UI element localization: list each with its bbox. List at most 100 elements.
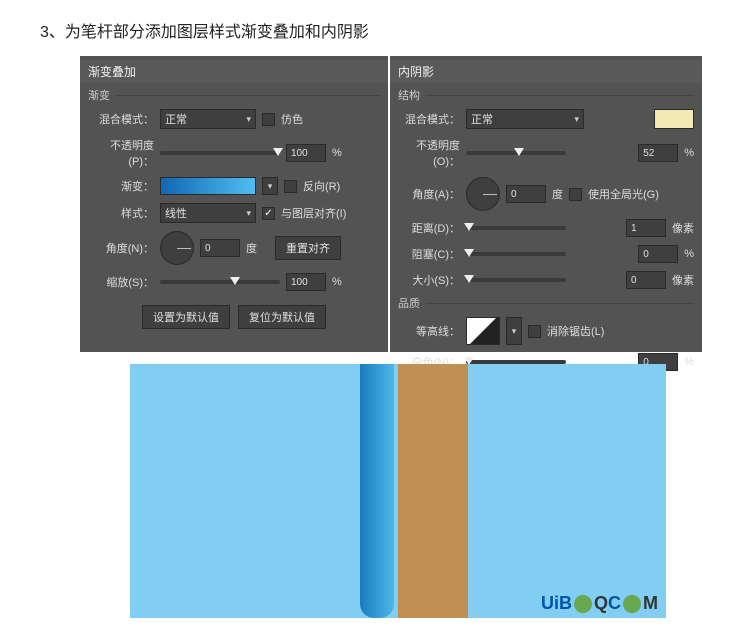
- blend-mode-select[interactable]: 正常 ▾: [160, 109, 256, 129]
- choke-unit: %: [684, 248, 694, 260]
- scale-row: 缩放(S)： 100 %: [80, 269, 388, 295]
- reset-align-button[interactable]: 重置对齐: [275, 236, 341, 260]
- chevron-down-icon: ▾: [512, 326, 517, 337]
- align-label: 与图层对齐(I): [281, 205, 346, 221]
- angle-unit: 度: [246, 240, 257, 256]
- is-blend-mode-row: 混合模式： 正常 ▾: [390, 105, 702, 133]
- opacity-label: 不透明度(P)：: [88, 137, 154, 169]
- watermark-text: C: [608, 593, 621, 614]
- scale-input[interactable]: 100: [286, 273, 326, 291]
- opacity-unit: %: [332, 147, 342, 159]
- is-opacity-row: 不透明度(O)： 52 %: [390, 133, 702, 173]
- angle-row: 角度(N)： 0 度 重置对齐: [80, 227, 388, 269]
- group-gradient: 渐变: [80, 85, 388, 105]
- blend-mode-label: 混合模式：: [88, 111, 154, 127]
- scale-slider[interactable]: [160, 280, 280, 284]
- contour-dropdown[interactable]: ▾: [506, 317, 522, 345]
- contour-row: 等高线： ▾ 消除锯齿(L): [390, 313, 702, 349]
- distance-unit: 像素: [672, 220, 694, 236]
- group-quality: 品质: [390, 293, 702, 313]
- choke-slider[interactable]: [466, 252, 566, 256]
- panel-title-left: 渐变叠加: [80, 60, 388, 83]
- gradient-row: 渐变： ▾ 反向(R): [80, 173, 388, 199]
- scale-label: 缩放(S)：: [88, 274, 154, 290]
- opacity-row: 不透明度(P)： 100 %: [80, 133, 388, 173]
- dialog-panels: 渐变叠加 渐变 混合模式： 正常 ▾ 仿色 不透明度(P)： 100 % 渐变：…: [80, 56, 710, 352]
- slider-thumb-icon: [464, 275, 474, 283]
- choke-input[interactable]: 0: [638, 245, 678, 263]
- pen-shaft-solid: [398, 364, 468, 618]
- globe-icon: [623, 595, 641, 613]
- watermark-text: M: [643, 593, 658, 614]
- antialias-label: 消除锯齿(L): [547, 323, 604, 339]
- is-angle-unit: 度: [552, 186, 563, 202]
- global-light-checkbox[interactable]: [569, 188, 582, 201]
- angle-input[interactable]: 0: [200, 239, 240, 257]
- style-value: 线性: [165, 205, 187, 221]
- blend-mode-value: 正常: [165, 111, 187, 127]
- watermark-text: UiB: [541, 593, 572, 614]
- size-label: 大小(S)：: [398, 272, 460, 288]
- default-buttons-row: 设置为默认值 复位为默认值: [80, 301, 388, 333]
- preview-canvas: UiB Q C M: [130, 364, 666, 618]
- shadow-color-swatch[interactable]: [654, 109, 694, 129]
- noise-unit: %: [684, 356, 694, 368]
- watermark: UiB Q C M: [541, 593, 658, 614]
- choke-label: 阻塞(C)：: [398, 246, 460, 262]
- distance-input[interactable]: 1: [626, 219, 666, 237]
- size-input[interactable]: 0: [626, 271, 666, 289]
- slider-thumb-icon: [464, 223, 474, 231]
- group-structure: 结构: [390, 85, 702, 105]
- chevron-down-icon: ▾: [246, 208, 251, 219]
- is-opacity-unit: %: [684, 147, 694, 159]
- gradient-overlay-panel: 渐变叠加 渐变 混合模式： 正常 ▾ 仿色 不透明度(P)： 100 % 渐变：…: [80, 56, 388, 352]
- is-blend-mode-label: 混合模式：: [398, 111, 460, 127]
- reverse-label: 反向(R): [303, 178, 340, 194]
- gradient-label: 渐变：: [88, 178, 154, 194]
- panel-title-right: 内阴影: [390, 60, 702, 83]
- step-title: 3、为笔杆部分添加图层样式渐变叠加和内阴影: [40, 18, 710, 42]
- style-row: 样式： 线性 ▾ 与图层对齐(I): [80, 199, 388, 227]
- is-angle-row: 角度(A)： 0 度 使用全局光(G): [390, 173, 702, 215]
- antialias-checkbox[interactable]: [528, 325, 541, 338]
- slider-thumb-icon: [464, 249, 474, 257]
- slider-thumb-icon: [273, 148, 283, 156]
- contour-label: 等高线：: [398, 323, 460, 339]
- is-opacity-slider[interactable]: [466, 151, 566, 155]
- gradient-swatch[interactable]: [160, 177, 256, 195]
- reset-default-button[interactable]: 复位为默认值: [238, 305, 326, 329]
- is-opacity-input[interactable]: 52: [638, 144, 678, 162]
- scale-unit: %: [332, 276, 342, 288]
- is-angle-label: 角度(A)：: [398, 186, 460, 202]
- reverse-checkbox[interactable]: [284, 180, 297, 193]
- angle-dial[interactable]: [160, 231, 194, 265]
- opacity-input[interactable]: 100: [286, 144, 326, 162]
- contour-swatch[interactable]: [466, 317, 500, 345]
- slider-thumb-icon: [514, 148, 524, 156]
- opacity-slider[interactable]: [160, 151, 280, 155]
- is-angle-input[interactable]: 0: [506, 185, 546, 203]
- pen-shaft-gradient: [360, 364, 394, 618]
- inner-shadow-panel: 内阴影 结构 混合模式： 正常 ▾ 不透明度(O)： 52 % 角度(A)： 0…: [390, 56, 702, 352]
- chevron-down-icon: ▾: [574, 114, 579, 125]
- global-light-label: 使用全局光(G): [588, 186, 659, 202]
- size-slider[interactable]: [466, 278, 566, 282]
- is-blend-mode-select[interactable]: 正常 ▾: [466, 109, 584, 129]
- align-checkbox[interactable]: [262, 207, 275, 220]
- gradient-dropdown[interactable]: ▾: [262, 177, 278, 195]
- is-opacity-label: 不透明度(O)：: [398, 137, 460, 169]
- size-unit: 像素: [672, 272, 694, 288]
- size-row: 大小(S)： 0 像素: [390, 267, 702, 293]
- globe-icon: [574, 595, 592, 613]
- distance-slider[interactable]: [466, 226, 566, 230]
- make-default-button[interactable]: 设置为默认值: [142, 305, 230, 329]
- dither-checkbox[interactable]: [262, 113, 275, 126]
- distance-row: 距离(D)： 1 像素: [390, 215, 702, 241]
- chevron-down-icon: ▾: [246, 114, 251, 125]
- style-select[interactable]: 线性 ▾: [160, 203, 256, 223]
- slider-thumb-icon: [230, 277, 240, 285]
- is-blend-mode-value: 正常: [471, 111, 493, 127]
- is-angle-dial[interactable]: [466, 177, 500, 211]
- watermark-text: Q: [594, 593, 608, 614]
- dither-label: 仿色: [281, 111, 303, 127]
